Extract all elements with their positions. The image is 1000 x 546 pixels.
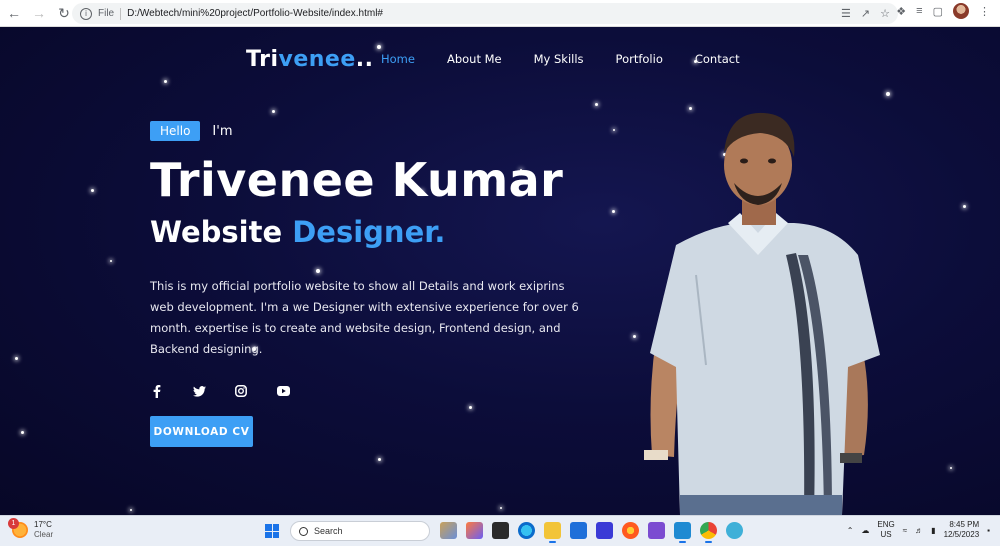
nav-contact[interactable]: Contact — [695, 52, 740, 66]
star — [91, 189, 94, 192]
site-logo[interactable]: Trivenee.. — [246, 47, 373, 72]
file-explorer-icon[interactable] — [544, 522, 561, 543]
side-panel-icon[interactable]: ▢ — [933, 5, 943, 18]
extensions-icon[interactable]: ❖ — [896, 5, 906, 18]
share-icon[interactable]: ↗ — [861, 7, 870, 20]
star — [110, 260, 112, 262]
star — [378, 458, 381, 461]
windows-start-icon[interactable] — [265, 524, 279, 538]
star — [21, 431, 24, 434]
social-links — [150, 384, 290, 398]
star — [377, 45, 381, 49]
star — [272, 110, 275, 113]
notification-bell-icon[interactable]: ▪ — [987, 526, 990, 535]
nav-about-me[interactable]: About Me — [447, 52, 502, 66]
wifi-icon[interactable]: ≈ — [903, 526, 907, 535]
clock[interactable]: 8:45 PM 12/5/2023 — [944, 520, 980, 540]
chevron-up-icon[interactable]: ⌃ — [847, 526, 854, 535]
star — [316, 269, 320, 273]
battery-icon[interactable]: ▮ — [931, 526, 935, 535]
nav-my-skills[interactable]: My Skills — [534, 52, 584, 66]
search-icon — [299, 526, 308, 536]
pinned-apps — [440, 522, 743, 543]
bookmark-star-icon[interactable]: ☆ — [880, 7, 890, 20]
star — [950, 467, 952, 469]
url-text[interactable]: D:/Webtech/mini%20project/Portfolio-Webs… — [127, 8, 383, 19]
weather-sun-icon: 1 — [8, 518, 28, 538]
weather-widget[interactable]: 1 17°C Clear — [8, 518, 53, 540]
logo-text-main: Tri — [246, 47, 279, 72]
edge-icon[interactable] — [518, 522, 535, 539]
lang-code: ENG — [877, 520, 895, 529]
task-view-icon[interactable] — [492, 522, 509, 539]
taskbar: 1 17°C Clear Search ⌃ ☁ ENG US ≈ ♬ ▮ 8:4… — [0, 515, 1000, 546]
weather-text: 17°C Clear — [34, 520, 53, 540]
role-accent: Designer. — [292, 215, 446, 249]
weather-desc: Clear — [34, 530, 54, 539]
star — [15, 357, 18, 360]
twitter-icon[interactable] — [192, 384, 206, 398]
forward-arrow-icon[interactable]: → — [28, 2, 50, 24]
weather-temp: 17°C — [34, 520, 52, 529]
nav-home[interactable]: Home — [381, 52, 415, 66]
address-separator — [120, 7, 122, 20]
app-icon[interactable] — [596, 522, 613, 539]
search-placeholder: Search — [314, 526, 343, 536]
address-bar[interactable]: i File D:/Webtech/mini%20project/Portfol… — [72, 3, 898, 24]
im-text: I'm — [212, 123, 233, 139]
star — [469, 406, 472, 409]
hero-description: This is my official portfolio website to… — [150, 279, 579, 356]
facebook-icon[interactable] — [150, 384, 164, 398]
profile-photo — [644, 112, 880, 515]
widgets-app-icon[interactable] — [440, 522, 457, 539]
browser-app-icon[interactable] — [726, 522, 743, 539]
star — [595, 103, 598, 106]
star — [130, 509, 132, 511]
vscode-icon[interactable] — [674, 522, 691, 543]
clock-time: 8:45 PM — [949, 520, 980, 529]
role-main: Website — [150, 215, 293, 249]
star — [612, 210, 615, 213]
star — [164, 80, 167, 83]
clock-date: 12/5/2023 — [943, 530, 980, 539]
star — [886, 92, 890, 96]
chrome-icon[interactable] — [700, 522, 717, 543]
star — [500, 507, 502, 509]
browser-toolbar: ← → ↻ i File D:/Webtech/mini%20project/P… — [0, 0, 1000, 27]
youtube-icon[interactable] — [276, 384, 290, 398]
star — [613, 129, 615, 131]
copilot-icon[interactable] — [466, 522, 483, 539]
scheme-label: File — [98, 8, 115, 19]
profile-avatar[interactable] — [953, 3, 969, 19]
hero-role: Website Designer. — [150, 215, 445, 249]
info-icon[interactable]: i — [80, 7, 92, 20]
onedrive-cloud-icon[interactable]: ☁ — [861, 526, 869, 535]
nav-portfolio[interactable]: Portfolio — [616, 52, 663, 66]
visual-studio-icon[interactable] — [648, 522, 665, 539]
reading-list-icon[interactable]: ≡ — [916, 5, 922, 17]
instagram-icon[interactable] — [234, 384, 248, 398]
hero-section: Trivenee.. Home About Me My Skills Portf… — [0, 27, 1000, 515]
greeting-row: Hello I'm — [150, 121, 233, 141]
lang-region: US — [880, 530, 892, 539]
notification-badge: 1 — [8, 518, 19, 529]
taskbar-search[interactable]: Search — [290, 521, 430, 541]
menu-kebab-icon[interactable]: ⋮ — [979, 5, 990, 18]
download-cv-button[interactable]: DOWNLOAD CV — [150, 416, 253, 447]
main-nav: Home About Me My Skills Portfolio Contac… — [381, 52, 772, 66]
language-indicator[interactable]: ENG US — [877, 520, 894, 540]
volume-icon[interactable]: ♬ — [915, 526, 923, 535]
firefox-icon[interactable] — [622, 522, 639, 539]
logo-text-tail: .. — [355, 47, 374, 72]
hero-name: Trivenee Kumar — [150, 153, 564, 207]
system-tray: ⌃ ☁ ENG US ≈ ♬ ▮ 8:45 PM 12/5/2023 ▪ — [847, 520, 990, 540]
star — [963, 205, 966, 208]
hello-badge: Hello — [150, 121, 201, 141]
logo-text-accent: venee — [278, 47, 356, 72]
store-icon[interactable] — [570, 522, 587, 539]
back-arrow-icon[interactable]: ← — [3, 2, 25, 24]
translate-icon[interactable]: ☰ — [841, 7, 851, 20]
